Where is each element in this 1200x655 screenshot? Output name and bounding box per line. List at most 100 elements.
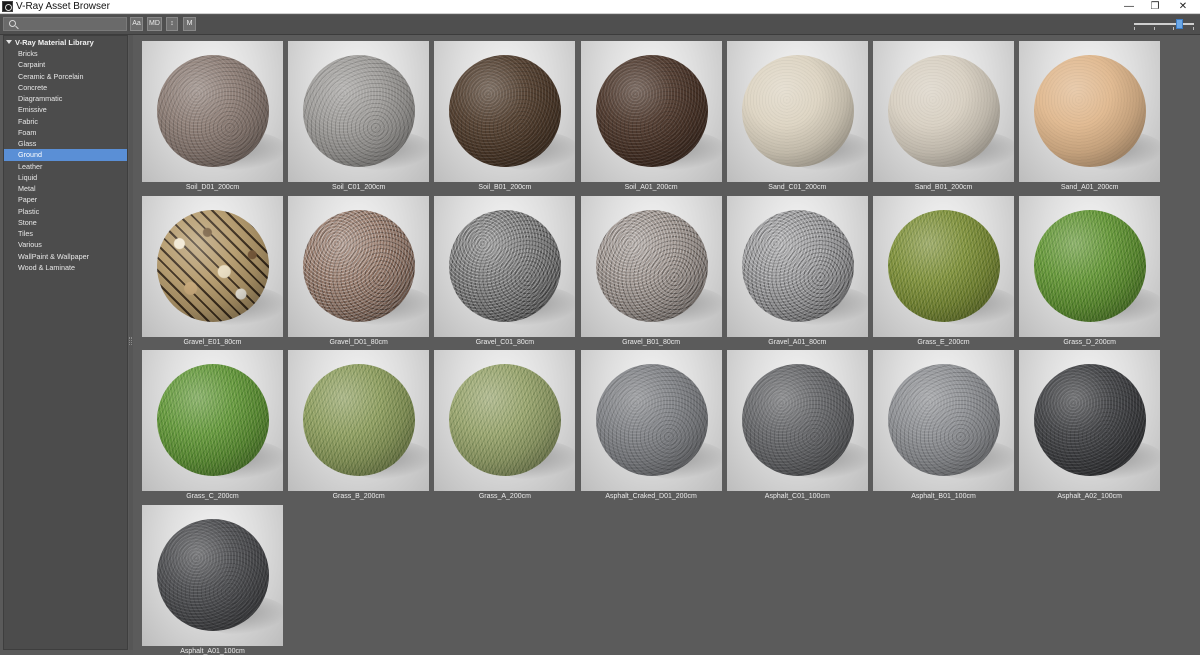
material-preview[interactable] xyxy=(1019,41,1161,182)
search-input[interactable] xyxy=(20,18,124,30)
sidebar-item-glass[interactable]: Glass xyxy=(4,138,127,149)
material-preview[interactable] xyxy=(288,350,430,491)
material-preview[interactable] xyxy=(873,41,1014,182)
close-button[interactable]: ✕ xyxy=(1170,0,1196,14)
sidebar-item-leather[interactable]: Leather xyxy=(4,161,127,172)
material-sphere xyxy=(1034,364,1147,476)
material-tile[interactable]: Asphalt_Craked_D01_200cm xyxy=(580,344,722,500)
material-tile[interactable]: Grass_E_200cm xyxy=(873,190,1014,346)
material-preview[interactable] xyxy=(142,195,283,337)
material-tile[interactable]: Gravel_A01_80cm xyxy=(726,190,868,346)
material-tile[interactable]: Soil_B01_200cm xyxy=(434,35,576,191)
sidebar-item-ceramic-porcelain[interactable]: Ceramic & Porcelain xyxy=(4,71,127,82)
material-preview[interactable] xyxy=(1019,195,1161,337)
sidebar-item-metal[interactable]: Metal xyxy=(4,183,127,194)
material-tile[interactable]: Sand_C01_200cm xyxy=(726,35,868,191)
sidebar-item-tiles[interactable]: Tiles xyxy=(4,228,127,239)
mode-button[interactable]: M xyxy=(183,17,196,31)
material-sphere xyxy=(157,209,269,322)
sidebar-item-ground[interactable]: Ground xyxy=(4,149,127,161)
sidebar-item-stone[interactable]: Stone xyxy=(4,217,127,228)
material-filter-button[interactable]: MD xyxy=(147,17,162,31)
material-preview[interactable] xyxy=(726,195,868,337)
material-preview[interactable] xyxy=(873,350,1014,491)
sidebar-item-liquid[interactable]: Liquid xyxy=(4,172,127,183)
material-tile[interactable]: Gravel_C01_80cm xyxy=(434,190,576,346)
material-tile[interactable]: Grass_C_200cm xyxy=(142,344,283,500)
sidebar-item-foam[interactable]: Foam xyxy=(4,127,127,138)
sidebar-item-plastic[interactable]: Plastic xyxy=(4,206,127,217)
material-preview[interactable] xyxy=(726,41,868,182)
material-sphere xyxy=(741,55,854,167)
material-tile[interactable]: Asphalt_A01_100cm xyxy=(142,499,283,655)
material-preview[interactable] xyxy=(580,195,722,337)
material-tile[interactable]: Asphalt_C01_100cm xyxy=(726,344,868,500)
material-preview[interactable] xyxy=(726,350,868,491)
window-title: V-Ray Asset Browser xyxy=(16,1,110,12)
material-sphere xyxy=(595,55,708,167)
sort-button[interactable]: ↕ xyxy=(166,17,178,31)
material-tile[interactable]: Grass_D_200cm xyxy=(1019,190,1161,346)
material-sphere xyxy=(157,55,269,167)
material-sphere xyxy=(157,364,269,476)
material-tile[interactable]: Gravel_D01_80cm xyxy=(288,190,430,346)
sidebar-item-bricks[interactable]: Bricks xyxy=(4,48,127,59)
material-preview[interactable] xyxy=(434,41,576,182)
material-sphere xyxy=(1034,209,1147,322)
material-preview[interactable] xyxy=(434,195,576,337)
material-label: Grass_A_200cm xyxy=(478,493,531,500)
material-tile[interactable]: Grass_B_200cm xyxy=(288,344,430,500)
material-tile[interactable]: Soil_C01_200cm xyxy=(288,35,430,191)
material-sphere xyxy=(449,364,562,476)
material-tile[interactable]: Asphalt_B01_100cm xyxy=(873,344,1014,500)
search-box[interactable] xyxy=(3,17,127,31)
sidebar-item-diagrammatic[interactable]: Diagrammatic xyxy=(4,93,127,104)
sidebar-item-concrete[interactable]: Concrete xyxy=(4,82,127,93)
splitter-grip-icon xyxy=(129,337,132,345)
material-label: Asphalt_A01_100cm xyxy=(180,647,245,655)
material-preview[interactable] xyxy=(580,350,722,491)
material-sphere xyxy=(157,518,269,631)
material-tile[interactable]: Sand_B01_200cm xyxy=(873,35,1014,191)
material-tile[interactable]: Gravel_E01_80cm xyxy=(142,190,283,346)
material-preview[interactable] xyxy=(142,41,283,182)
material-preview[interactable] xyxy=(288,195,430,337)
material-preview[interactable] xyxy=(288,41,430,182)
minimize-button[interactable]: — xyxy=(1116,0,1142,14)
material-sphere xyxy=(303,209,416,322)
material-preview[interactable] xyxy=(142,350,283,491)
sidebar-item-wood-laminate[interactable]: Wood & Laminate xyxy=(4,262,127,273)
sidebar-item-paper[interactable]: Paper xyxy=(4,194,127,205)
material-sphere xyxy=(741,209,854,322)
material-sphere xyxy=(741,364,854,476)
search-icon xyxy=(9,20,16,27)
material-tile[interactable]: Soil_D01_200cm xyxy=(142,35,283,191)
thumbnail-size-slider[interactable] xyxy=(1134,19,1194,31)
material-label: Asphalt_B01_100cm xyxy=(911,493,976,500)
slider-handle[interactable] xyxy=(1176,19,1183,29)
material-tile[interactable]: Asphalt_A02_100cm xyxy=(1019,344,1161,500)
sidebar-item-emissive[interactable]: Emissive xyxy=(4,104,127,115)
material-sphere xyxy=(888,364,1000,476)
text-filter-button[interactable]: Aa xyxy=(130,17,143,31)
title-bar: V-Ray Asset Browser — ❐ ✕ xyxy=(0,0,1200,14)
material-preview[interactable] xyxy=(1019,350,1161,491)
material-preview[interactable] xyxy=(873,195,1014,337)
expand-arrow-icon[interactable] xyxy=(6,40,12,44)
material-tile[interactable]: Grass_A_200cm xyxy=(434,344,576,500)
sidebar-item-wallpaint-wallpaper[interactable]: WallPaint & Wallpaper xyxy=(4,251,127,262)
tree-root-item[interactable]: V-Ray Material Library xyxy=(6,37,94,48)
material-preview[interactable] xyxy=(434,350,576,491)
sidebar-item-various[interactable]: Various xyxy=(4,239,127,250)
material-preview[interactable] xyxy=(142,504,283,646)
material-preview[interactable] xyxy=(580,41,722,182)
toolbar: Aa MD ↕ M xyxy=(0,15,1200,35)
material-tile[interactable]: Gravel_B01_80cm xyxy=(580,190,722,346)
material-tile[interactable]: Sand_A01_200cm xyxy=(1019,35,1161,191)
sidebar-item-fabric[interactable]: Fabric xyxy=(4,116,127,127)
restore-button[interactable]: ❐ xyxy=(1142,0,1168,14)
material-sphere xyxy=(1034,55,1147,167)
sidebar-item-carpaint[interactable]: Carpaint xyxy=(4,59,127,70)
material-tile[interactable]: Soil_A01_200cm xyxy=(580,35,722,191)
material-sphere xyxy=(449,209,562,322)
